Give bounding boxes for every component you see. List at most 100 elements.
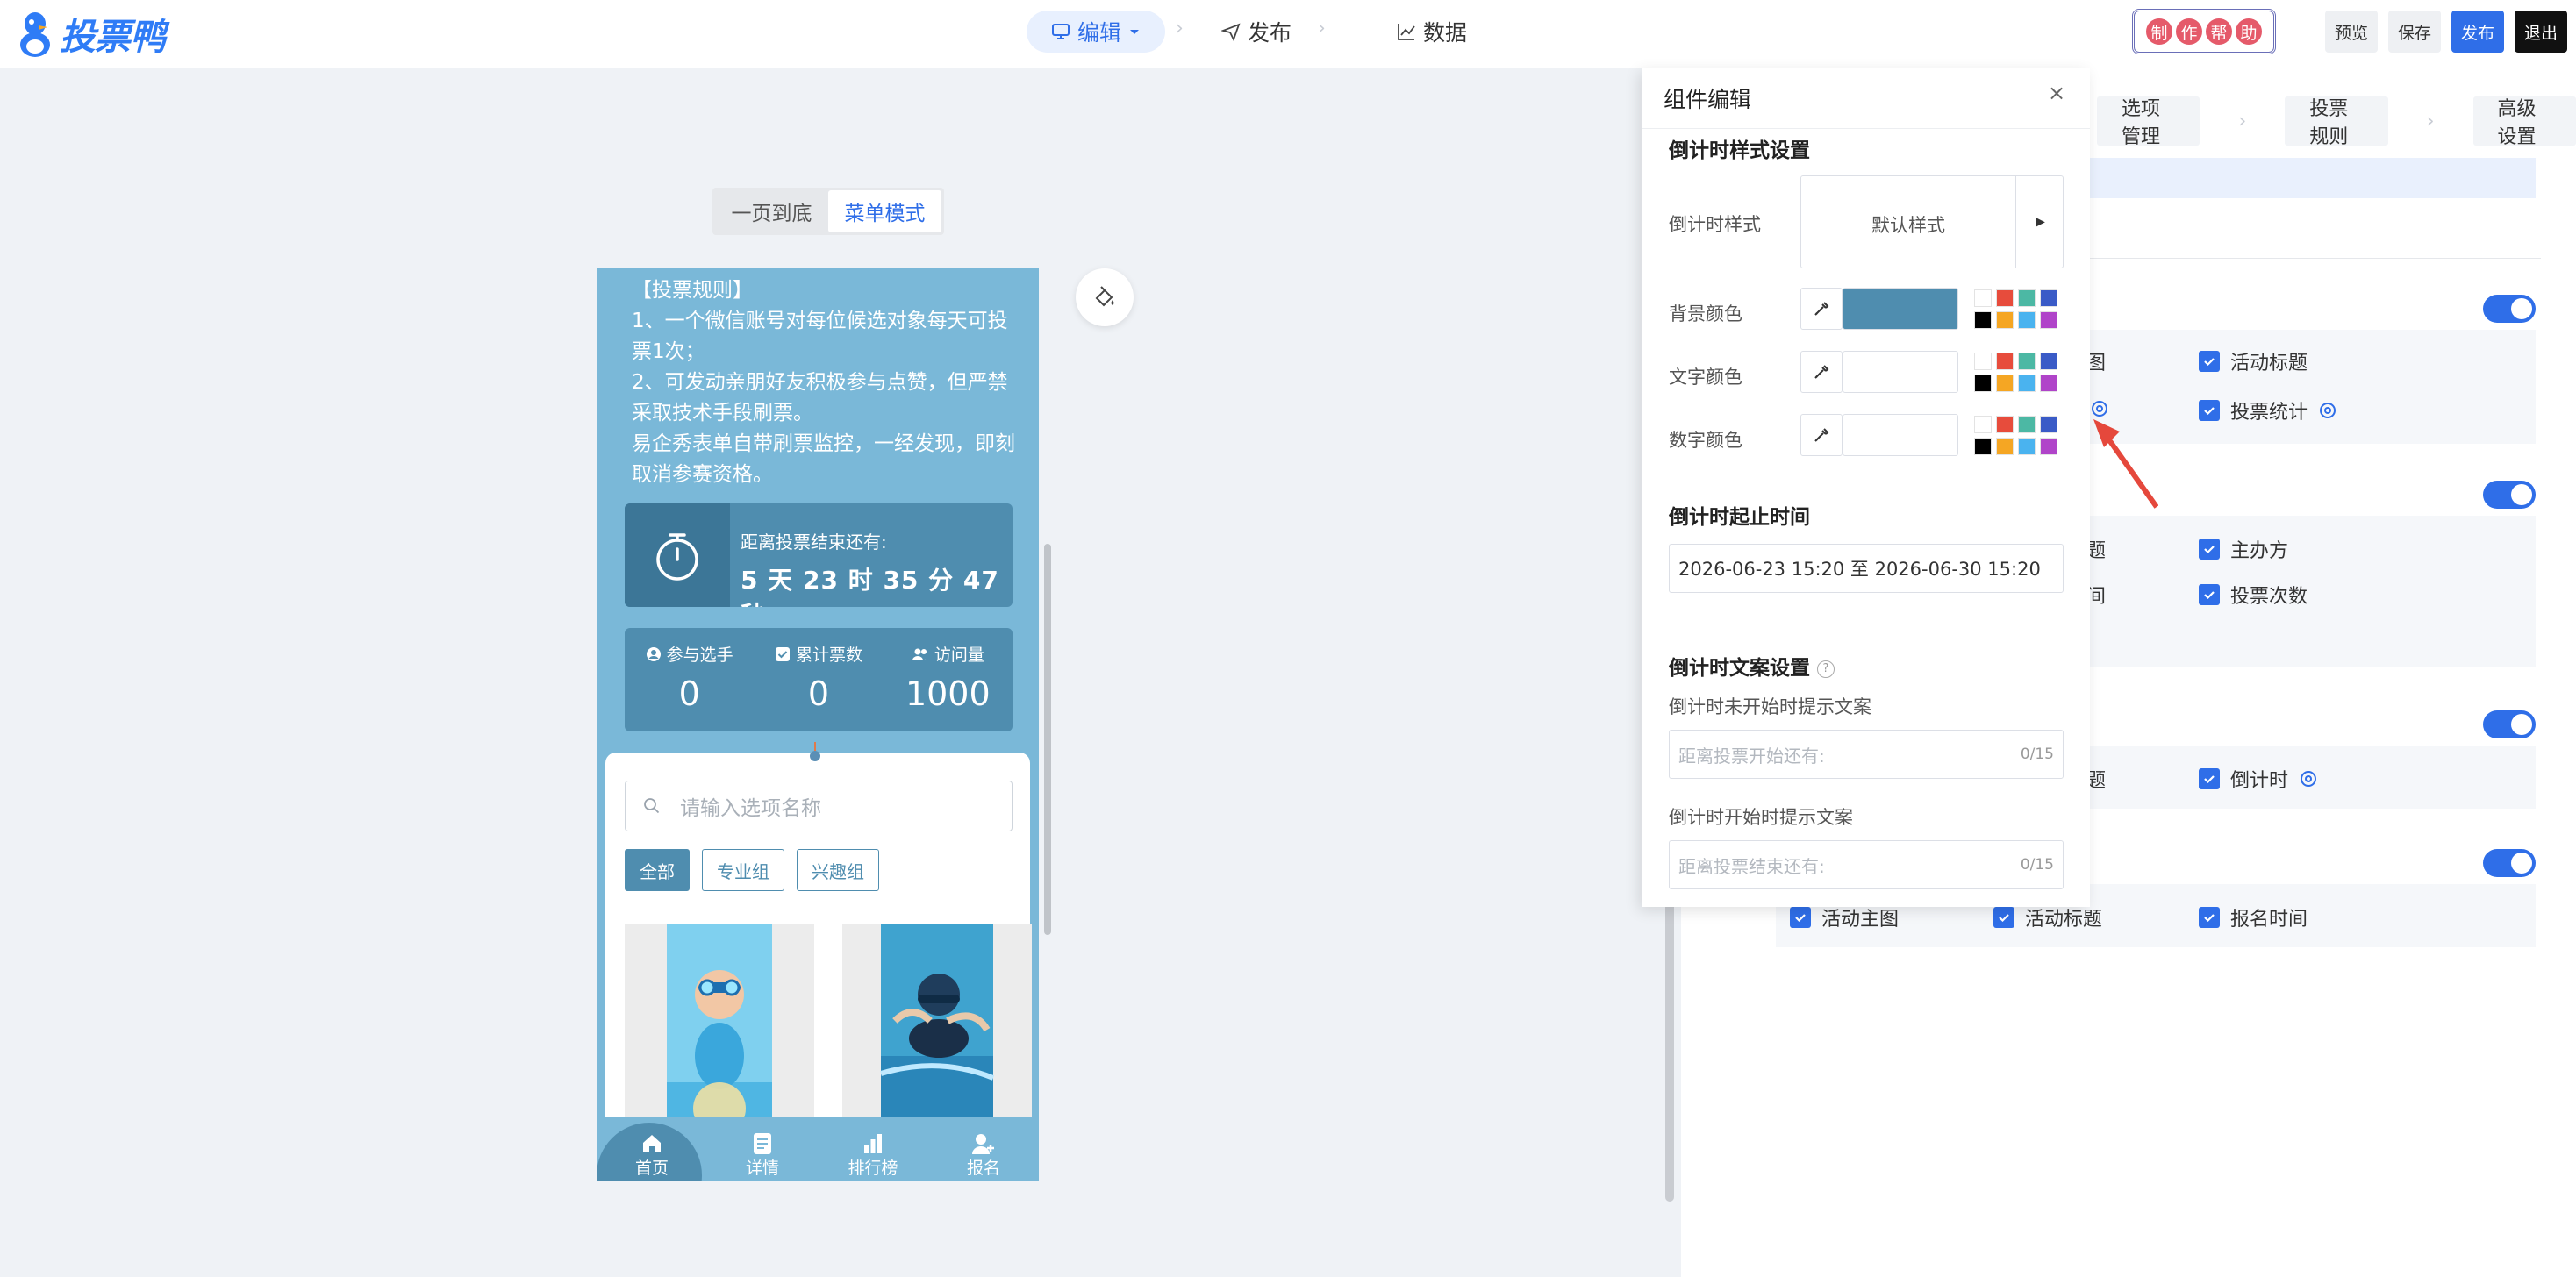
filter-row: 全部 专业组 兴趣组 — [625, 849, 879, 891]
tab-details[interactable]: 详情 — [707, 1117, 818, 1181]
date-range-input[interactable]: 2026-06-23 15:20 至 2026-06-30 15:20 — [1669, 544, 2064, 593]
save-button[interactable]: 保存 — [2388, 11, 2441, 53]
user-add-icon — [972, 1134, 994, 1154]
filter-all[interactable]: 全部 — [625, 849, 690, 891]
tab-ranking[interactable]: 排行榜 — [818, 1117, 928, 1181]
palette-swatch[interactable] — [1974, 289, 1992, 307]
not-started-text-input[interactable]: 距离投票开始还有: 0/15 — [1669, 730, 2064, 779]
chevron-right-icon: › — [1176, 18, 1184, 39]
started-text-input[interactable]: 距离投票结束还有: 0/15 — [1669, 840, 2064, 889]
filter-professional[interactable]: 专业组 — [702, 849, 784, 891]
preview-button[interactable]: 预览 — [2325, 11, 2378, 53]
palette-swatch[interactable] — [1974, 415, 1992, 433]
palette-swatch[interactable] — [2040, 310, 2057, 329]
help-badge[interactable]: 制 作 帮 助 — [2132, 9, 2276, 54]
palette-swatch[interactable] — [2040, 374, 2057, 392]
gear-icon[interactable] — [2318, 401, 2337, 420]
nav-edit[interactable]: 编辑 — [1027, 11, 1165, 53]
option-activity-title[interactable]: 活动标题 — [1993, 903, 2102, 931]
color-picker-button[interactable] — [1800, 351, 1843, 393]
palette-swatch[interactable] — [2040, 415, 2057, 433]
palette-swatch[interactable] — [1996, 415, 2014, 433]
mode-menu[interactable]: 菜单模式 — [828, 190, 941, 232]
palette-swatch[interactable] — [2018, 374, 2036, 392]
section-toggle[interactable] — [2483, 710, 2536, 738]
style-value: 默认样式 — [1871, 215, 1945, 236]
section-toggle[interactable] — [2483, 481, 2536, 509]
search-input[interactable]: 请输入选项名称 — [625, 781, 1013, 831]
stat-visits: 访问量 1000 — [884, 628, 1013, 731]
palette-swatch[interactable] — [2018, 352, 2036, 370]
palette-swatch[interactable] — [2018, 415, 2036, 433]
eyedropper-icon — [1814, 428, 1829, 442]
style-brush-button[interactable] — [1076, 268, 1134, 326]
tab-home[interactable]: 首页 — [597, 1117, 707, 1181]
option-label: 活动标题 — [2230, 353, 2308, 375]
nav-publish[interactable]: 发布 — [1221, 12, 1292, 51]
palette-swatch[interactable] — [1996, 352, 2014, 370]
exit-button[interactable]: 退出 — [2515, 11, 2567, 53]
nav-publish-label: 发布 — [1248, 20, 1292, 46]
user-circle-icon — [646, 646, 661, 661]
palette-swatch[interactable] — [2040, 289, 2057, 307]
countdown-widget[interactable]: 距离投票结束还有: 5 天 23 时 35 分 47 秒 — [625, 503, 1013, 607]
palette-swatch[interactable] — [1996, 437, 2014, 455]
option-signup-time[interactable]: 报名时间 — [2199, 903, 2308, 931]
palette-swatch[interactable] — [1974, 310, 1992, 329]
palette-swatch[interactable] — [2018, 437, 2036, 455]
top-header: 投票鸭 编辑 › 发布 › 数据 制 作 帮 助 预览 保存 发布 退出 — [0, 0, 2576, 68]
tab-signup[interactable]: 报名 — [928, 1117, 1039, 1181]
filter-interest[interactable]: 兴趣组 — [797, 849, 879, 891]
char-count: 0/15 — [2020, 746, 2054, 763]
line-chart-icon — [1398, 24, 1415, 40]
color-picker-button[interactable] — [1800, 414, 1843, 456]
divider — [2071, 258, 2541, 259]
option-main-image[interactable]: 活动主图 — [1790, 903, 1899, 931]
palette-swatch[interactable] — [1996, 374, 2014, 392]
bottom-tabbar: 首页 详情 排行榜 报名 — [597, 1117, 1039, 1181]
palette-swatch[interactable] — [1974, 374, 1992, 392]
color-picker-button[interactable] — [1800, 288, 1843, 330]
section-toggle[interactable] — [2483, 849, 2536, 877]
palette-swatch[interactable] — [2018, 289, 2036, 307]
color-palette — [1974, 289, 2057, 329]
palette-swatch[interactable] — [1974, 352, 1992, 370]
text-color-swatch[interactable] — [1843, 351, 1958, 393]
bg-color-swatch[interactable] — [1843, 288, 1958, 330]
palette-swatch[interactable] — [1974, 437, 1992, 455]
help-char: 作 — [2176, 18, 2202, 45]
divider — [1642, 128, 2090, 129]
section-toggle[interactable] — [2483, 295, 2536, 323]
option-countdown[interactable]: 倒计时 — [2199, 765, 2318, 793]
eyedropper-icon — [1814, 302, 1829, 316]
option-activity-title[interactable]: 活动标题 — [2199, 347, 2308, 375]
palette-swatch[interactable] — [1996, 289, 2014, 307]
rules-line: 易企秀表单自带刷票监控，一经发现，即刻取消参赛资格。 — [632, 432, 1015, 486]
stat-value: 0 — [678, 674, 700, 713]
palette-swatch[interactable] — [2040, 437, 2057, 455]
caret-down-icon — [1130, 30, 1139, 34]
option-vote-count[interactable]: 投票次数 — [2199, 581, 2308, 609]
close-icon[interactable]: × — [2048, 81, 2065, 105]
palette-swatch[interactable] — [1996, 310, 2014, 329]
nav-data[interactable]: 数据 — [1397, 12, 1467, 51]
document-icon — [754, 1133, 771, 1154]
drag-handle-icon[interactable] — [809, 742, 821, 763]
option-vote-stats[interactable]: 投票统计 — [2199, 396, 2337, 424]
help-icon[interactable]: ? — [1817, 660, 1835, 678]
logo[interactable]: 投票鸭 — [18, 7, 166, 60]
gear-icon[interactable] — [2299, 769, 2318, 788]
number-color-swatch[interactable] — [1843, 414, 1958, 456]
tab-vote-rules[interactable]: 投票规则 — [2285, 96, 2388, 148]
palette-swatch[interactable] — [2040, 352, 2057, 370]
publish-button[interactable]: 发布 — [2451, 11, 2504, 53]
tab-advanced-settings[interactable]: 高级设置 — [2472, 96, 2576, 148]
checkbox-icon — [2199, 907, 2220, 928]
palette-swatch[interactable] — [2018, 310, 2036, 329]
tab-option-management[interactable]: 选项管理 — [2097, 96, 2200, 148]
chevron-right-icon: › — [2238, 110, 2247, 132]
phone-scrollbar[interactable] — [1044, 544, 1051, 935]
style-select[interactable]: 默认样式 ▶ — [1800, 175, 2064, 268]
mode-single-page[interactable]: 一页到底 — [715, 190, 828, 232]
option-organizer[interactable]: 主办方 — [2199, 535, 2288, 563]
